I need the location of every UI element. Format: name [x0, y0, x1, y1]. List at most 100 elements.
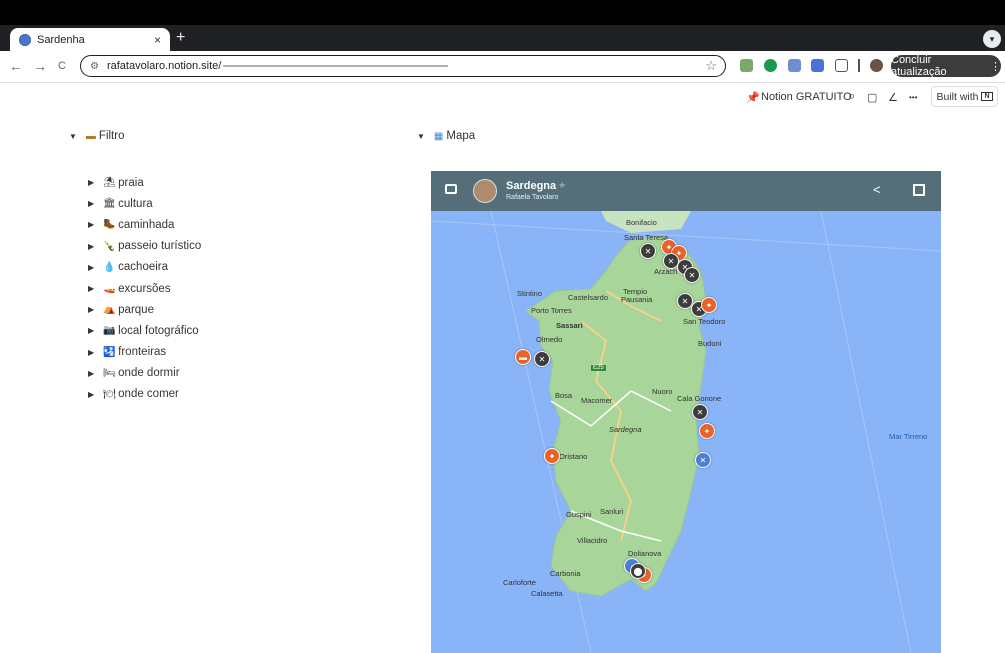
- hiking-boot-icon: 🥾: [103, 219, 116, 231]
- new-tab-button[interactable]: +: [176, 29, 185, 47]
- filtro-title: Filtro: [98, 130, 125, 142]
- map-label: Sassari: [556, 321, 583, 330]
- close-tab-icon[interactable]: ×: [154, 33, 161, 47]
- share-icon[interactable]: <: [873, 182, 881, 197]
- search-icon[interactable]: ⌕: [848, 88, 855, 104]
- map-pin[interactable]: ✕: [692, 404, 708, 420]
- more-icon[interactable]: •••: [909, 93, 917, 102]
- map-label: Macomer: [581, 396, 613, 405]
- triangle-right-icon: ▶: [88, 220, 95, 230]
- translate-icon[interactable]: [811, 59, 824, 72]
- list-item[interactable]: ▶ 🏛 cultura: [88, 193, 201, 214]
- update-label: Concluir atualização: [891, 54, 947, 78]
- shield-extension-icon[interactable]: [788, 59, 801, 72]
- map-header: Sardegna ★ Rafaela Tavolaro <: [431, 171, 941, 211]
- map-author: Rafaela Tavolaro: [506, 194, 559, 201]
- map-label: Mar Tirreno: [889, 432, 928, 441]
- map-pin[interactable]: ✕: [684, 267, 700, 283]
- camera-icon: 📷: [103, 325, 116, 337]
- sidebar-toggle-icon[interactable]: [445, 184, 457, 194]
- puzzle-extensions-icon[interactable]: [835, 59, 848, 72]
- bed-icon: 🛏: [103, 367, 116, 379]
- extension-icon[interactable]: [740, 59, 753, 72]
- grammarly-icon[interactable]: [764, 59, 777, 72]
- list-item[interactable]: ▶ 🍽 onde comer: [88, 384, 201, 405]
- map-label: San Teodoro: [683, 317, 726, 326]
- list-item[interactable]: ▶ 🍾 passeio turístico: [88, 236, 201, 257]
- map-label: Castelsardo: [568, 293, 609, 302]
- map-pin[interactable]: ✦: [699, 423, 715, 439]
- update-button[interactable]: Concluir atualização ⋮: [891, 54, 1001, 78]
- list-item-label: parque: [118, 303, 154, 316]
- list-item-label: onde comer: [118, 388, 179, 401]
- map-pin[interactable]: ▬: [515, 349, 531, 365]
- map-label: Sanluri: [600, 507, 624, 516]
- tab-search-chevron-icon[interactable]: ▾: [983, 30, 1001, 48]
- list-item[interactable]: ▶ 💧 cachoeira: [88, 257, 201, 278]
- embedded-map[interactable]: Sardegna ★ Rafaela Tavolaro < Bonifacio …: [431, 171, 941, 653]
- list-item[interactable]: ▶ ⛺ parque: [88, 299, 201, 320]
- filtro-toggle[interactable]: ▼ ▬ Filtro: [69, 130, 124, 142]
- triangle-right-icon: ▶: [88, 199, 95, 209]
- site-settings-icon[interactable]: ⚙: [90, 61, 99, 72]
- reload-icon[interactable]: C: [58, 60, 66, 72]
- profile-avatar[interactable]: [870, 59, 883, 72]
- highway-shield: E25: [591, 365, 606, 371]
- list-item[interactable]: ▶ 🥾 caminhada: [88, 214, 201, 235]
- star-icon[interactable]: ★: [558, 180, 566, 191]
- map-pin[interactable]: ✕: [534, 351, 550, 367]
- map-icon: ▦: [433, 130, 444, 142]
- list-item[interactable]: ▶ 🛂 fronteiras: [88, 342, 201, 363]
- map-label: Guspini: [566, 510, 592, 519]
- plate-icon: 🍽: [103, 388, 116, 400]
- comment-icon[interactable]: ▢: [867, 91, 877, 104]
- list-item[interactable]: ▶ 📷 local fotográfico: [88, 320, 201, 341]
- list-item-label: fronteiras: [118, 346, 167, 359]
- browser-tab[interactable]: Sardenha ×: [10, 28, 170, 51]
- pushpin-icon: 📌: [746, 92, 760, 104]
- list-item[interactable]: ▶ ⛱ praia: [88, 172, 201, 193]
- back-arrow-icon[interactable]: ←: [9, 58, 23, 74]
- triangle-down-icon: ▼: [69, 131, 77, 141]
- mapa-title: Mapa: [446, 130, 476, 142]
- list-item-label: local fotográfico: [118, 324, 199, 337]
- window-top-bar: [0, 0, 1005, 25]
- notion-gratuito-link[interactable]: Notion GRATUITO: [761, 91, 852, 103]
- fullscreen-icon[interactable]: [913, 184, 925, 196]
- folder-icon: ▬: [85, 130, 96, 142]
- url-text: rafatavolaro.notion.site/: [106, 60, 222, 72]
- map-title: Sardegna: [506, 180, 557, 192]
- map-label: Olmedo: [536, 335, 563, 344]
- built-with-label: Built with: [936, 90, 979, 103]
- map-label: Nuoro: [652, 387, 673, 396]
- map-label: Carloforte: [503, 578, 536, 587]
- tab-title: Sardenha: [37, 33, 85, 46]
- map-pin[interactable]: ✦: [544, 448, 560, 464]
- list-item[interactable]: ▶ 🛏 onde dormir: [88, 363, 201, 384]
- passport-control-icon: 🛂: [103, 346, 116, 358]
- map-label: Bonifacio: [626, 218, 657, 227]
- map-pin[interactable]: ⬤: [630, 563, 646, 579]
- map-label: Carbonia: [550, 569, 581, 578]
- built-with-notion-button[interactable]: Built with N: [931, 86, 998, 107]
- forward-arrow-icon[interactable]: →: [33, 58, 47, 74]
- bookmark-star-icon[interactable]: ☆: [705, 58, 717, 74]
- mapa-toggle[interactable]: ▼ ▦ Mapa: [417, 130, 475, 142]
- notion-logo-icon: N: [981, 92, 993, 101]
- list-item[interactable]: ▶ 🚤 excursões: [88, 278, 201, 299]
- filtro-list: ▶ ⛱ praia ▶ 🏛 cultura ▶ 🥾 caminhada ▶ 🍾 passeio …: [88, 172, 201, 405]
- address-bar[interactable]: ⚙ rafatavolaro.notion.site/ ☆: [80, 55, 726, 77]
- list-item-label: passeio turístico: [118, 240, 202, 253]
- list-item-label: cultura: [118, 197, 153, 210]
- globe-favicon-icon: [19, 33, 31, 46]
- map-pin[interactable]: ✦: [701, 297, 717, 313]
- toolbar-divider: [858, 59, 860, 72]
- map-label: Villacidro: [577, 536, 608, 545]
- edit-icon[interactable]: ∠: [888, 91, 898, 104]
- map-label: Stintino: [517, 289, 543, 298]
- map-pin[interactable]: ✕: [640, 243, 656, 259]
- triangle-right-icon: ▶: [88, 347, 95, 357]
- map-pin[interactable]: ✕: [695, 452, 711, 468]
- list-item-label: praia: [118, 176, 144, 189]
- map-label: Santa Teresa: [624, 233, 669, 242]
